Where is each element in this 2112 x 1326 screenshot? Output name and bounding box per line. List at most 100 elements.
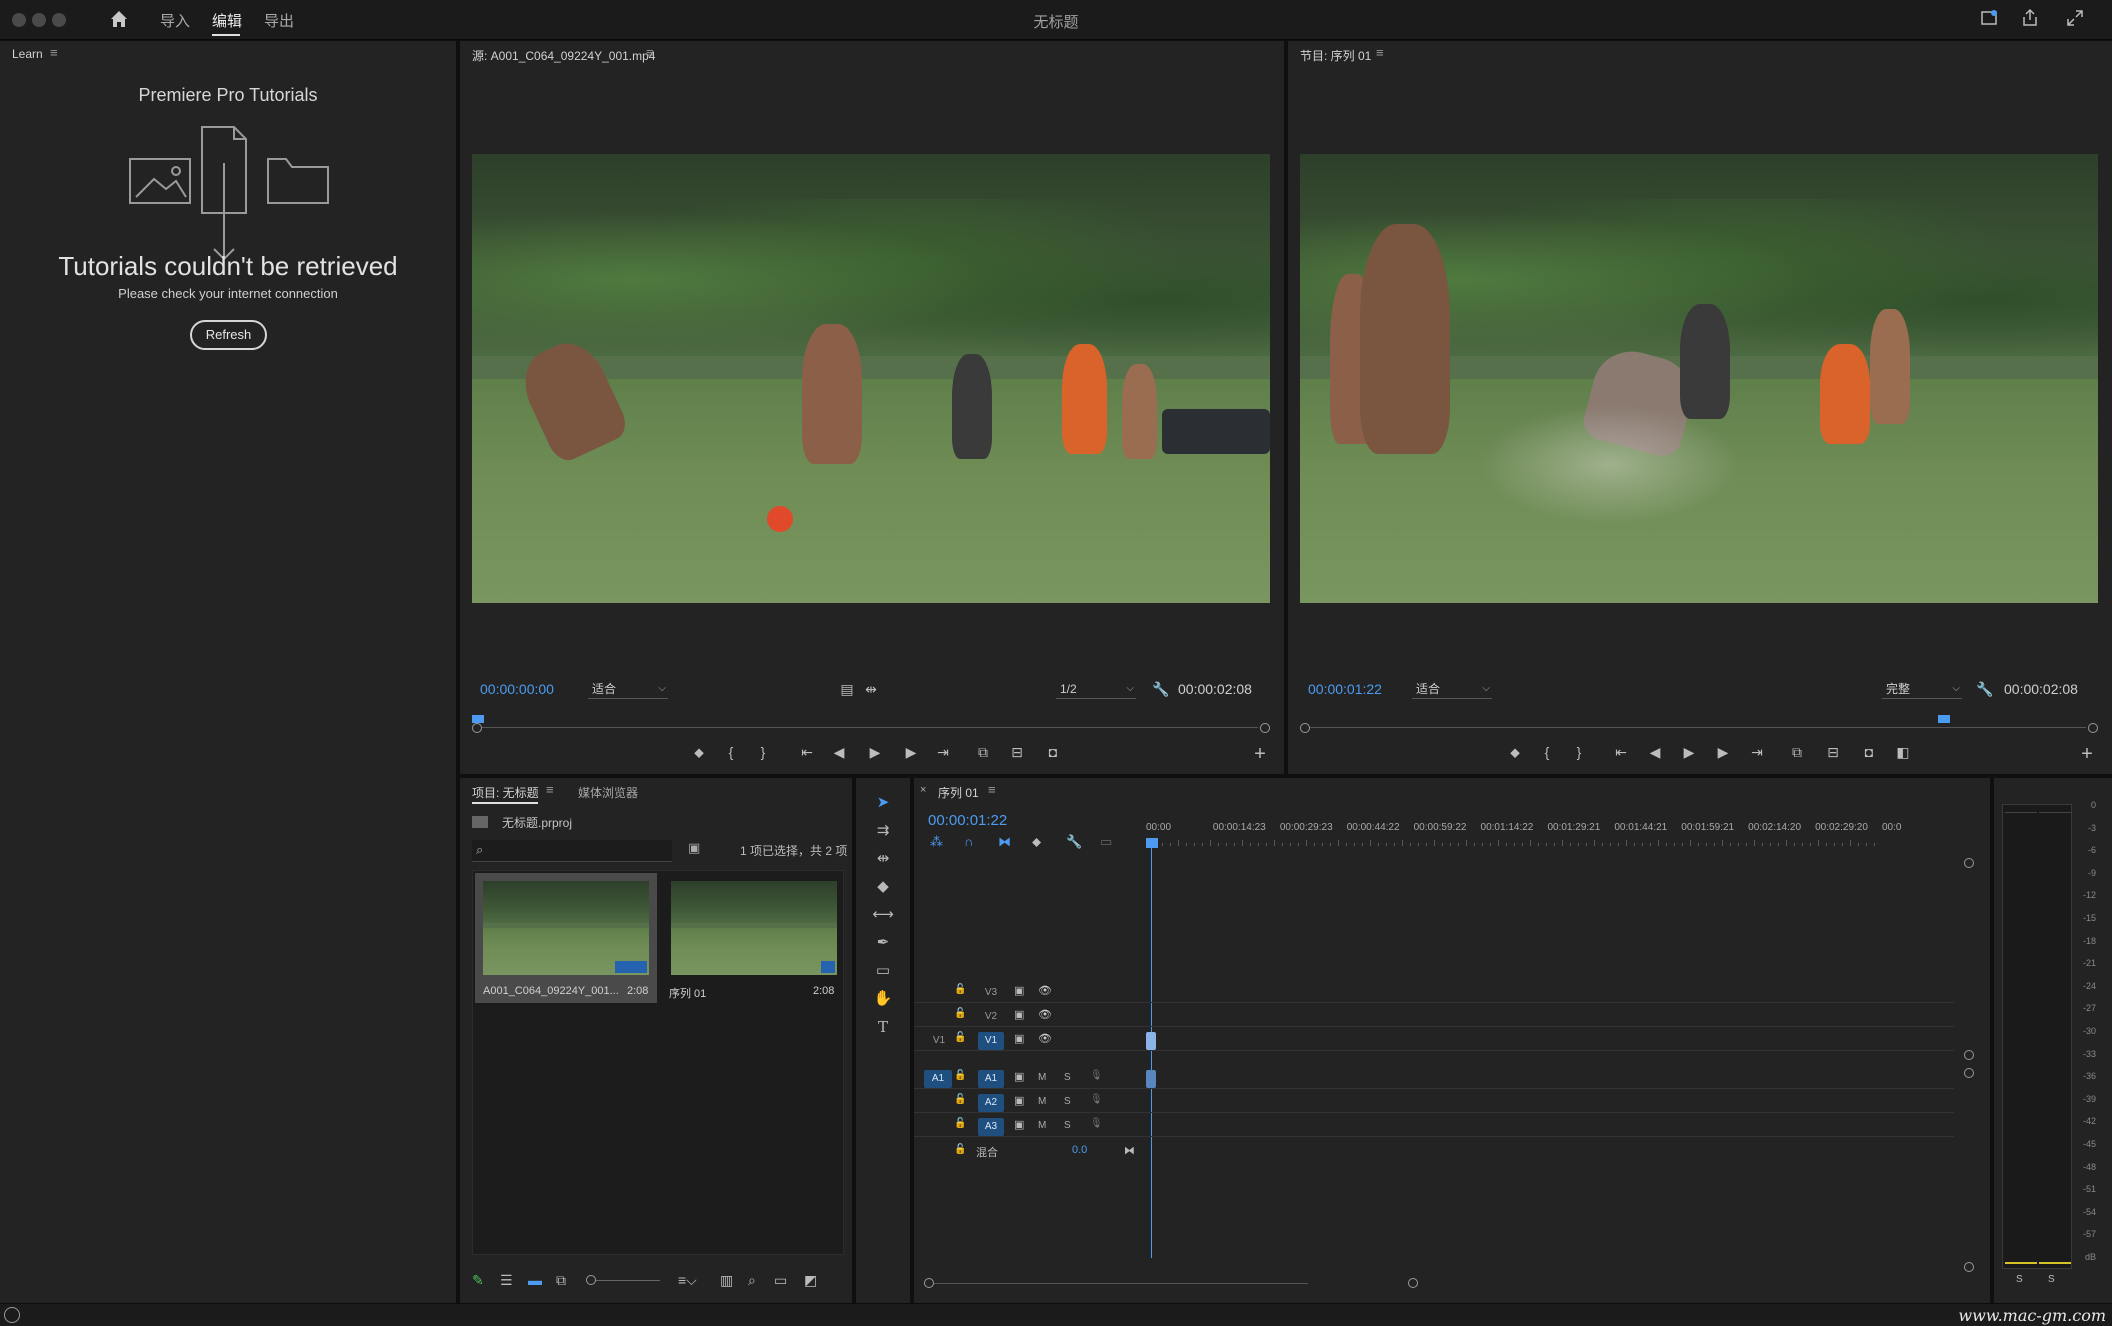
lock-icon[interactable]: 🔓: [954, 984, 966, 995]
lock-icon[interactable]: 🔓: [954, 1094, 966, 1105]
mix-value[interactable]: 0.0: [1072, 1144, 1087, 1156]
go-to-out-icon[interactable]: ⇥: [932, 741, 954, 763]
razor-tool-icon[interactable]: ◆: [870, 876, 896, 898]
go-to-in-icon[interactable]: ⇤: [1610, 741, 1632, 763]
h-scroll-right[interactable]: [1408, 1278, 1418, 1288]
add-marker-icon[interactable]: ⬥: [1504, 741, 1526, 763]
eye-icon[interactable]: 👁: [1038, 1008, 1052, 1021]
panel-menu-icon[interactable]: ≡: [1376, 45, 1384, 60]
project-items-grid[interactable]: A001_C064_09224Y_001... 2:08 序列 01 2:08: [472, 870, 844, 1255]
zoom-slider[interactable]: [590, 1280, 660, 1281]
drag-video-icon[interactable]: ⇹: [860, 678, 882, 700]
sync-lock-icon[interactable]: ▣: [1014, 1008, 1024, 1021]
learn-tab[interactable]: Learn: [12, 47, 43, 61]
track-label[interactable]: A2: [978, 1094, 1004, 1112]
source-playhead[interactable]: [472, 715, 484, 723]
zoom-handle-left[interactable]: [472, 723, 482, 733]
solo-right-button[interactable]: S: [2048, 1274, 2055, 1285]
wrench-icon[interactable]: 🔧: [1974, 678, 1996, 700]
lift-icon[interactable]: ⧉: [1786, 741, 1808, 763]
icon-view-icon[interactable]: ▬: [528, 1272, 542, 1288]
camera-icon[interactable]: ◘: [1858, 741, 1880, 763]
play-icon[interactable]: ▶: [864, 741, 886, 763]
wrench-icon[interactable]: 🔧: [1066, 834, 1082, 850]
track-label[interactable]: V3: [978, 984, 1004, 1002]
play-icon[interactable]: ▶: [1678, 741, 1700, 763]
selection-tool-icon[interactable]: ➤: [870, 792, 896, 814]
video-scroll-bottom[interactable]: [1964, 1050, 1974, 1060]
mark-in-icon[interactable]: {: [1536, 741, 1558, 763]
close-tab-icon[interactable]: ×: [920, 784, 926, 796]
step-forward-icon[interactable]: ▶: [1712, 741, 1734, 763]
source-patch-v1[interactable]: V1: [928, 1032, 950, 1050]
go-to-out-icon[interactable]: ⇥: [1746, 741, 1768, 763]
track-label[interactable]: A1: [978, 1070, 1004, 1088]
captions-icon[interactable]: ▭: [1100, 834, 1112, 850]
pencil-icon[interactable]: ✎: [472, 1272, 484, 1289]
mark-in-icon[interactable]: {: [720, 741, 742, 763]
lock-icon[interactable]: 🔓: [954, 1144, 966, 1155]
lock-icon[interactable]: 🔓: [954, 1008, 966, 1019]
eye-icon[interactable]: 👁: [1038, 984, 1052, 997]
microphone-icon[interactable]: 🎙: [1090, 1094, 1103, 1105]
hand-tool-icon[interactable]: ✋: [870, 988, 896, 1010]
wrench-icon[interactable]: 🔧: [1150, 678, 1172, 700]
new-bin-icon[interactable]: ▭: [774, 1272, 787, 1289]
zoom-handle-right[interactable]: [2088, 723, 2098, 733]
track-label[interactable]: V1: [978, 1032, 1004, 1050]
share-icon[interactable]: [2018, 8, 2042, 32]
program-resolution-dropdown[interactable]: 完整 ⌵: [1882, 681, 1962, 699]
sync-lock-icon[interactable]: ▣: [1014, 1118, 1024, 1131]
panel-menu-icon[interactable]: ≡: [50, 45, 58, 60]
mute-button[interactable]: M: [1038, 1072, 1046, 1083]
add-marker-icon[interactable]: ⬥: [688, 741, 710, 763]
project-tab[interactable]: 项目: 无标题: [472, 784, 539, 801]
track-label[interactable]: A3: [978, 1118, 1004, 1136]
rectangle-tool-icon[interactable]: ▭: [870, 960, 896, 982]
microphone-icon[interactable]: 🎙: [1090, 1070, 1103, 1081]
new-bin-from-search-icon[interactable]: ▣: [688, 840, 700, 856]
source-fit-dropdown[interactable]: 适合 ⌵: [588, 681, 668, 699]
project-item-clip[interactable]: A001_C064_09224Y_001... 2:08: [475, 873, 657, 1003]
step-back-icon[interactable]: ◀: [828, 741, 850, 763]
add-button-icon[interactable]: +: [2076, 743, 2098, 765]
pen-tool-icon[interactable]: ✒: [870, 932, 896, 954]
program-video-frame[interactable]: [1300, 154, 2098, 603]
timeline-playhead[interactable]: [1146, 838, 1158, 848]
source-tab[interactable]: 源: A001_C064_09224Y_001.mp4: [472, 47, 655, 64]
automate-to-sequence-icon[interactable]: ▥: [720, 1272, 733, 1289]
timeline-timecode[interactable]: 00:00:01:22: [928, 812, 1007, 829]
comparison-view-icon[interactable]: ◧: [1892, 741, 1914, 763]
list-view-icon[interactable]: ☰: [500, 1272, 513, 1289]
go-to-end-icon[interactable]: ⧓: [1124, 1144, 1135, 1157]
program-time-ruler[interactable]: [1300, 711, 2100, 731]
mute-button[interactable]: M: [1038, 1120, 1046, 1131]
sync-lock-icon[interactable]: ▣: [1014, 1070, 1024, 1083]
project-item-sequence[interactable]: 序列 01 2:08: [663, 873, 843, 1003]
microphone-icon[interactable]: 🎙: [1090, 1118, 1103, 1129]
source-resolution-dropdown[interactable]: 1/2 ⌵: [1056, 681, 1136, 699]
mark-out-icon[interactable]: }: [1568, 741, 1590, 763]
find-icon[interactable]: ⌕: [748, 1272, 756, 1289]
horizontal-scrollbar[interactable]: [928, 1283, 1308, 1284]
new-item-icon[interactable]: ◩: [804, 1272, 817, 1289]
timeline-tab[interactable]: 序列 01: [938, 784, 979, 801]
add-button-icon[interactable]: +: [1249, 743, 1271, 765]
fullscreen-icon[interactable]: [2063, 8, 2087, 32]
media-browser-tab[interactable]: 媒体浏览器: [578, 784, 638, 801]
source-patch-a1[interactable]: A1: [924, 1070, 952, 1088]
source-timecode[interactable]: 00:00:00:00: [480, 681, 554, 697]
lock-icon[interactable]: 🔓: [954, 1118, 966, 1129]
video-scroll-top[interactable]: [1964, 858, 1974, 868]
overwrite-icon[interactable]: ⊟: [1006, 741, 1028, 763]
solo-button[interactable]: S: [1064, 1072, 1071, 1083]
sort-icon[interactable]: ≡⌵: [678, 1272, 697, 1289]
program-playhead[interactable]: [1938, 715, 1950, 723]
add-marker-icon[interactable]: ⬥: [1032, 834, 1041, 850]
nest-toggle-icon[interactable]: ⁂: [930, 834, 943, 850]
timeline-ruler[interactable]: 00:00 00:00:14:23 00:00:29:23 00:00:44:22 00…: [1146, 822, 1901, 846]
insert-icon[interactable]: ⧉: [972, 741, 994, 763]
audio-clip[interactable]: [1146, 1070, 1156, 1088]
zoom-slider-handle[interactable]: [586, 1275, 596, 1285]
refresh-button[interactable]: Refresh: [190, 320, 267, 350]
